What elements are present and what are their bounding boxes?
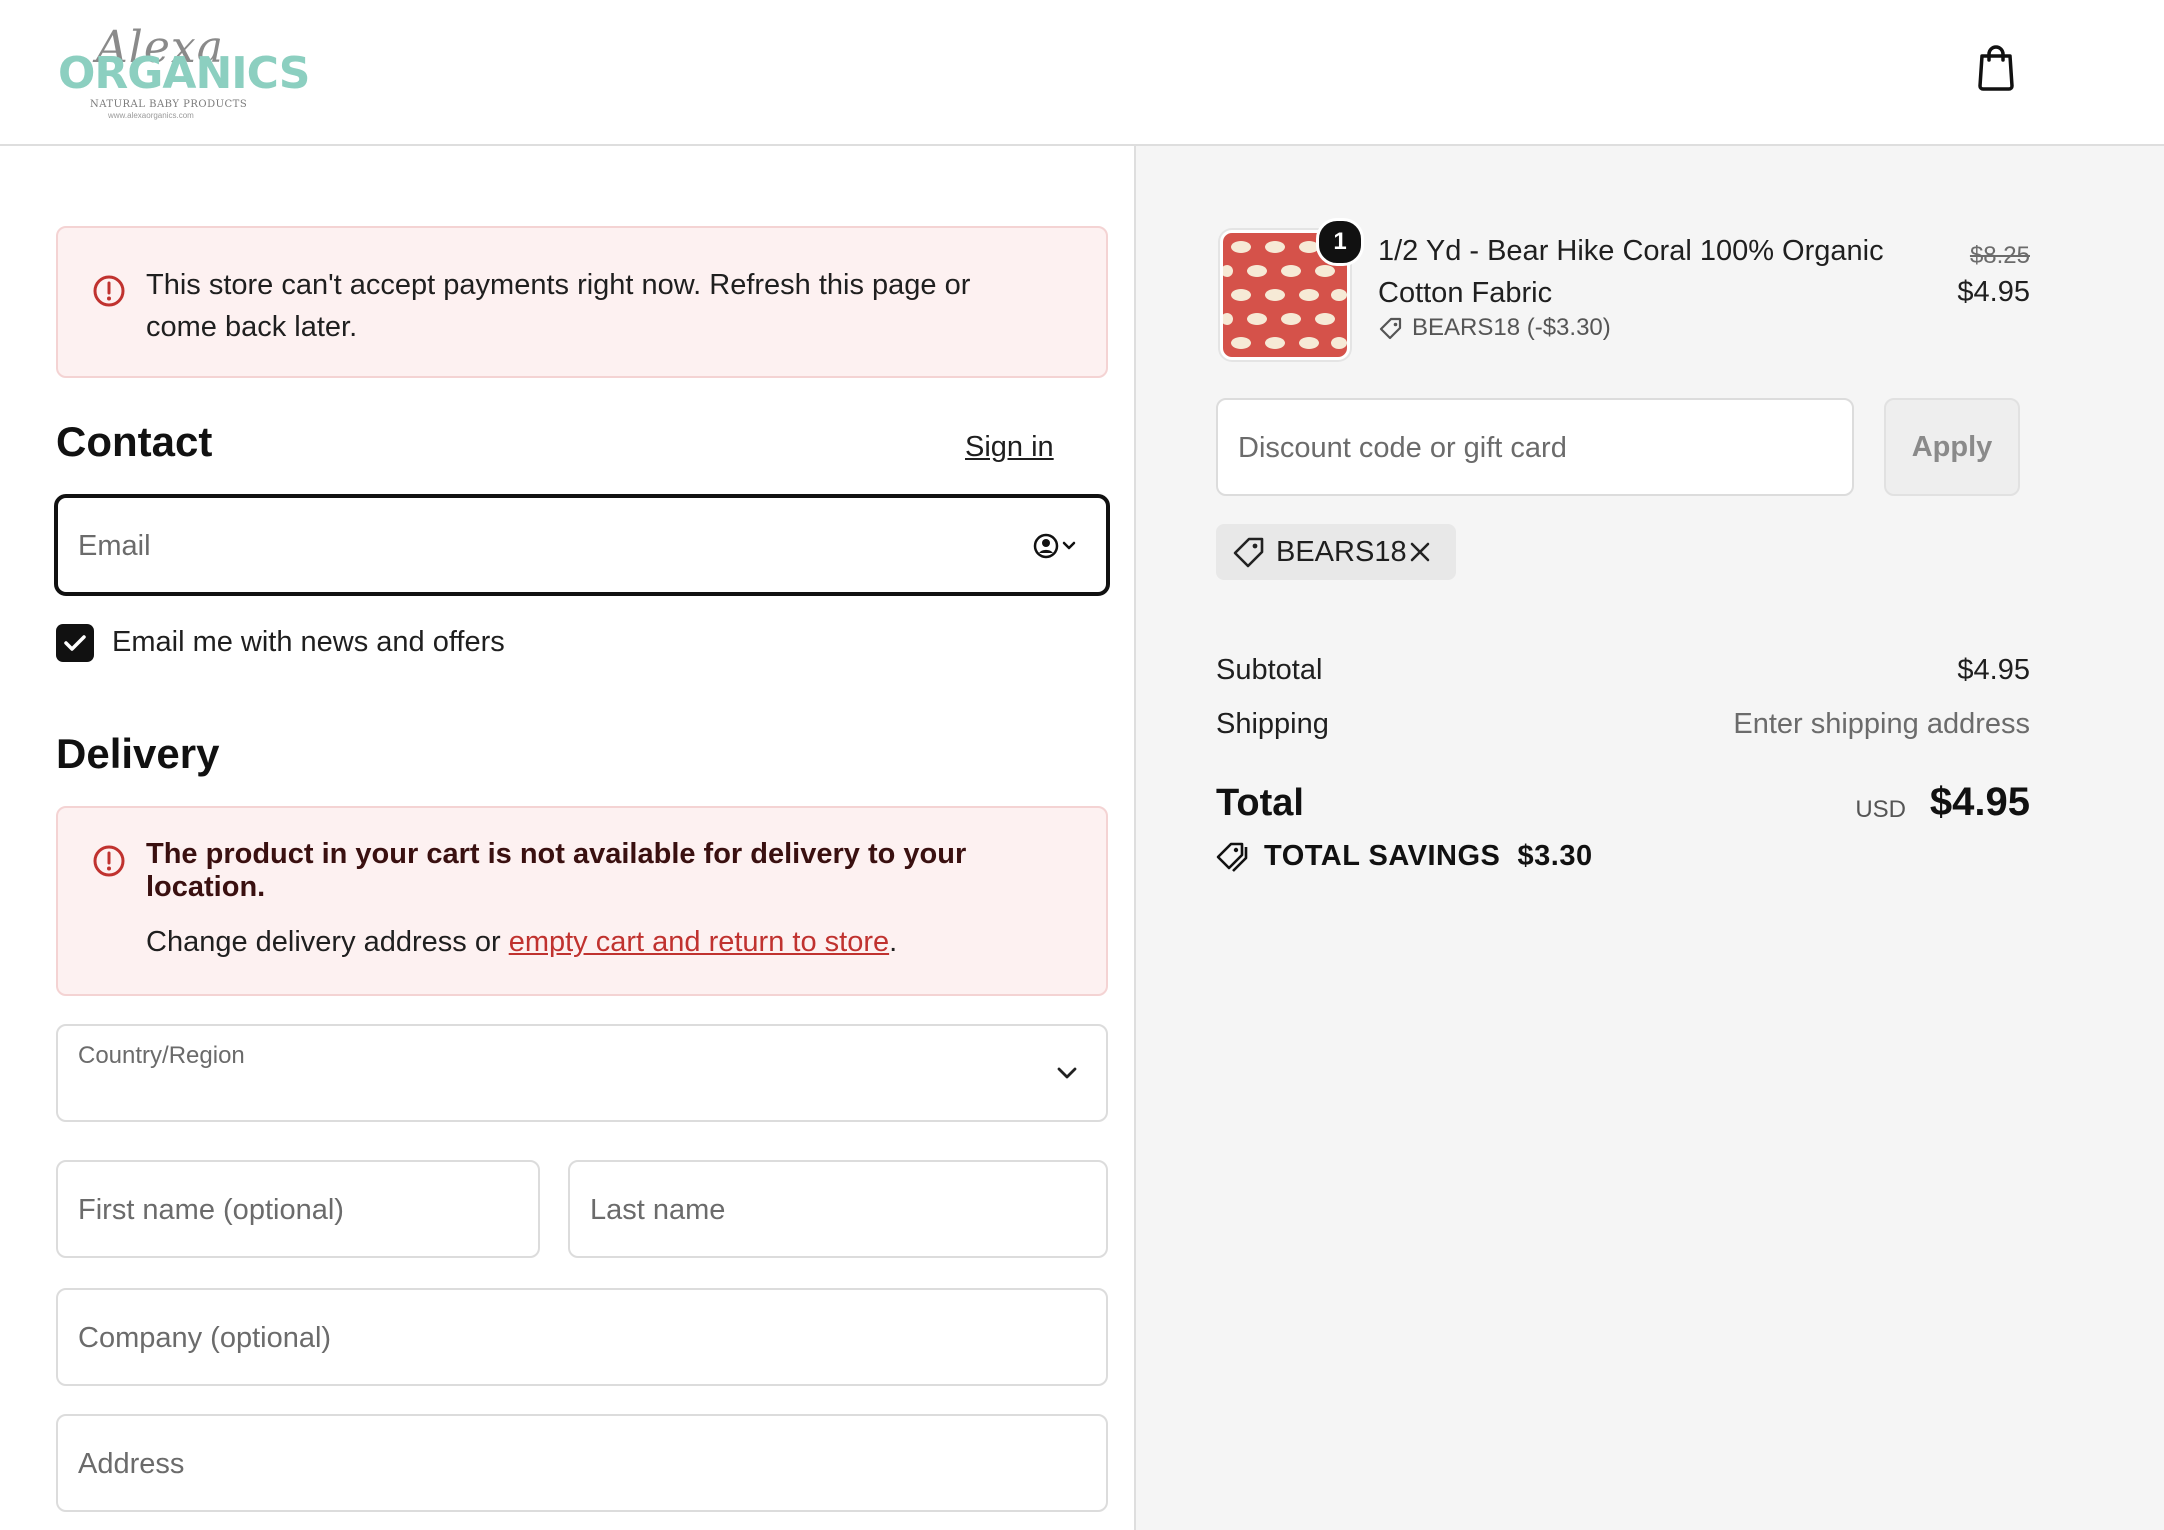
- tags-icon: [1216, 843, 1248, 873]
- total-value: $4.95: [1929, 780, 2030, 824]
- logo-url: www.alexaorganics.com: [108, 111, 194, 120]
- shipping-label: Shipping: [1216, 708, 1329, 740]
- country-select[interactable]: Country/Region: [56, 1024, 1108, 1122]
- applied-discount-code: BEARS18: [1276, 536, 1407, 568]
- item-price: $4.95: [1957, 276, 2030, 308]
- last-name-input[interactable]: Last name: [568, 1160, 1108, 1258]
- account-picker-icon[interactable]: [1032, 530, 1082, 562]
- remove-discount-icon[interactable]: [1406, 538, 1434, 566]
- first-name-placeholder: First name (optional): [78, 1194, 344, 1226]
- contact-heading: Contact: [56, 418, 213, 465]
- apply-discount-button[interactable]: Apply: [1884, 398, 2020, 496]
- delivery-error-alert: The product in your cart is not availabl…: [56, 806, 1108, 996]
- empty-cart-link[interactable]: empty cart and return to store: [509, 926, 889, 958]
- total-savings: TOTAL SAVINGS $3.30: [1216, 840, 1593, 873]
- company-input[interactable]: Company (optional): [56, 1288, 1108, 1386]
- subtotal-label: Subtotal: [1216, 654, 1323, 686]
- email-placeholder: Email: [78, 530, 151, 562]
- chevron-down-icon: [1056, 1066, 1078, 1080]
- quantity-badge: 1: [1316, 218, 1364, 266]
- subtotal-value: $4.95: [1957, 654, 2030, 686]
- store-logo[interactable]: Alexa ORGANICS NATURAL BABY PRODUCTS www…: [58, 22, 310, 120]
- delivery-error-title: The product in your cart is not availabl…: [146, 838, 967, 903]
- alert-circle-icon: [92, 274, 126, 308]
- order-summary: 1 1/2 Yd - Bear Hike Coral 100% Organic …: [1134, 146, 2164, 1530]
- payment-error-alert: This store can't accept payments right n…: [56, 226, 1108, 378]
- company-placeholder: Company (optional): [78, 1322, 332, 1354]
- address-placeholder: Address: [78, 1448, 185, 1480]
- first-name-input[interactable]: First name (optional): [56, 1160, 540, 1258]
- discount-code-input[interactable]: Discount code or gift card: [1216, 398, 1854, 496]
- delivery-error-suffix: .: [889, 926, 898, 958]
- last-name-placeholder: Last name: [590, 1194, 726, 1226]
- product-discount: BEARS18 (-$3.30): [1378, 314, 1611, 342]
- checkmark-icon: [64, 635, 86, 651]
- address-input[interactable]: Address: [56, 1414, 1108, 1512]
- product-discount-text: BEARS18 (-$3.30): [1412, 314, 1611, 341]
- newsletter-checkbox[interactable]: [56, 624, 94, 662]
- tag-icon: [1379, 317, 1402, 339]
- checkout-form: This store can't accept payments right n…: [0, 146, 1134, 1530]
- original-price: $8.25: [1969, 242, 2030, 269]
- sign-in-link[interactable]: Sign in: [965, 431, 1054, 464]
- logo-tagline: NATURAL BABY PRODUCTS: [90, 99, 248, 110]
- delivery-error-body: Change delivery address or empty cart an…: [146, 926, 897, 959]
- tag-icon: [1232, 536, 1266, 575]
- discount-code-placeholder: Discount code or gift card: [1238, 432, 1567, 464]
- savings-value: $3.30: [1517, 840, 1593, 872]
- savings-label: TOTAL SAVINGS: [1264, 840, 1501, 872]
- shopping-bag-icon[interactable]: [1968, 38, 2024, 94]
- payment-error-message: This store can't accept payments right n…: [146, 269, 971, 343]
- delivery-error-text: Change delivery address or: [146, 926, 509, 958]
- newsletter-label: Email me with news and offers: [112, 626, 505, 658]
- logo-brand: ORGANICS: [58, 48, 310, 99]
- delivery-heading: Delivery: [56, 730, 220, 777]
- total-currency: USD: [1855, 796, 1906, 823]
- email-input[interactable]: Email: [54, 494, 1110, 596]
- shipping-value: Enter shipping address: [1733, 708, 2030, 740]
- country-label: Country/Region: [78, 1042, 245, 1069]
- applied-discount-chip: BEARS18: [1216, 524, 1456, 580]
- total-label: Total: [1216, 782, 1304, 824]
- alert-circle-icon: [92, 844, 126, 878]
- product-name: 1/2 Yd - Bear Hike Coral 100% Organic Co…: [1378, 235, 1884, 309]
- header: Alexa ORGANICS NATURAL BABY PRODUCTS www…: [0, 0, 2164, 146]
